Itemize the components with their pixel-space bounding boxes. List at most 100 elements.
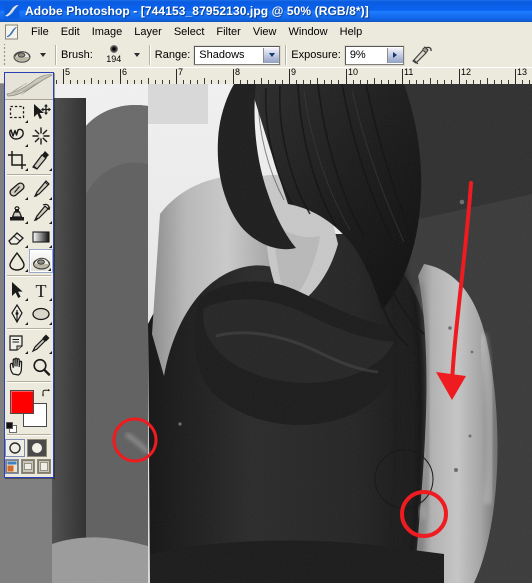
flyout-triangle-icon [25, 120, 28, 123]
exposure-label: Exposure: [291, 49, 341, 61]
toolbox-header[interactable] [5, 73, 53, 100]
menu-view[interactable]: View [247, 24, 283, 41]
tool-clone-stamp[interactable] [5, 201, 29, 225]
document-icon[interactable] [4, 24, 20, 40]
ruler-label: 11 [404, 68, 414, 77]
flyout-triangle-icon [25, 144, 28, 147]
red-circle-arm [400, 490, 448, 538]
ruler-label: 10 [348, 68, 359, 77]
tool-brush[interactable] [29, 177, 53, 201]
tool-magic-wand[interactable] [29, 124, 53, 148]
ruler-label: 5 [65, 68, 71, 77]
tool-zoom[interactable] [29, 355, 53, 379]
ruler-label: 7 [178, 68, 184, 77]
tool-history-brush[interactable] [29, 201, 53, 225]
spinner-arrow-icon[interactable] [386, 47, 403, 63]
tool-eraser[interactable] [5, 225, 29, 249]
toolbox-divider-5 [7, 434, 51, 435]
airbrush-icon[interactable] [410, 44, 434, 66]
tool-pen[interactable] [5, 302, 29, 326]
color-swatches [5, 386, 53, 433]
options-separator-1 [55, 45, 56, 65]
options-bar-grip[interactable] [2, 44, 8, 66]
ruler-label: 9 [291, 68, 297, 77]
ruler-label: 6 [122, 68, 128, 77]
flyout-triangle-icon [49, 221, 52, 224]
tool-burn[interactable] [29, 249, 53, 273]
menu-filter[interactable]: Filter [210, 24, 246, 41]
red-circle-shoulder [112, 417, 158, 463]
menu-bar: File Edit Image Layer Select Filter View… [0, 22, 532, 43]
tool-grid: T [5, 100, 53, 478]
flyout-triangle-icon [25, 168, 28, 171]
quick-mask-buttons [5, 439, 47, 457]
brush-preview[interactable]: 194 [99, 44, 129, 66]
tool-blur[interactable] [5, 249, 29, 273]
swap-arrows-icon[interactable] [41, 386, 51, 397]
tool-eyedropper[interactable] [29, 331, 53, 355]
tool-path-selection[interactable] [5, 278, 29, 302]
full-screen-icon[interactable] [37, 459, 51, 474]
options-bar: Brush: 194 Range: Shadows Exposure: 9% [0, 42, 532, 69]
quick-mask-icon[interactable] [27, 439, 47, 457]
range-value: Shadows [199, 49, 245, 61]
ruler-label: 13 [517, 68, 528, 77]
chevron-down-icon[interactable] [263, 47, 280, 63]
jump-to-row [5, 477, 49, 478]
image-canvas[interactable] [52, 84, 532, 583]
default-colors-icon[interactable] [6, 420, 17, 433]
tool-marquee[interactable] [5, 100, 29, 124]
tool-slice[interactable] [29, 148, 53, 172]
title-bar: Adobe Photoshop - [744153_87952130.jpg @… [0, 0, 532, 22]
annotations-layer [112, 181, 473, 538]
flyout-triangle-icon [25, 351, 28, 354]
tool-move[interactable] [29, 100, 53, 124]
menu-image[interactable]: Image [86, 24, 129, 41]
menu-window[interactable]: Window [283, 24, 334, 41]
photoshop-app-icon [4, 3, 20, 19]
menu-layer[interactable]: Layer [128, 24, 168, 41]
flyout-triangle-icon [49, 351, 52, 354]
range-label: Range: [154, 49, 191, 61]
tool-notes[interactable] [5, 331, 29, 355]
flyout-triangle-icon [49, 322, 52, 325]
ruler-label: 8 [235, 68, 241, 77]
tool-preset-chevron-down-icon[interactable] [40, 53, 46, 57]
tool-crop[interactable] [5, 148, 29, 172]
tool-type[interactable]: T [29, 278, 53, 302]
tool-lasso[interactable] [5, 124, 29, 148]
horizontal-ruler[interactable]: 5 6 7 8 9 10 11 12 13 [52, 68, 532, 85]
toolbox-divider-4 [7, 381, 51, 382]
exposure-value: 9% [349, 49, 366, 61]
standard-mode-icon[interactable] [5, 439, 25, 457]
photoshop-window: Adobe Photoshop - [744153_87952130.jpg @… [0, 0, 532, 583]
foreground-color-swatch[interactable] [10, 390, 34, 414]
options-separator-3 [285, 45, 287, 65]
menu-help[interactable]: Help [334, 24, 369, 41]
flyout-triangle-icon [25, 269, 28, 272]
tool-hand[interactable] [5, 355, 29, 379]
menu-edit[interactable]: Edit [55, 24, 86, 41]
menu-select[interactable]: Select [168, 24, 211, 41]
brush-tip-icon [109, 45, 118, 53]
toolbox-divider-3 [7, 328, 51, 329]
flyout-triangle-icon [25, 221, 28, 224]
tool-healing-brush[interactable] [5, 177, 29, 201]
ruler-label: 12 [461, 68, 472, 77]
flyout-triangle-icon [49, 298, 52, 301]
standard-screen-icon[interactable] [5, 459, 19, 474]
svg-text:T: T [36, 281, 47, 301]
flyout-triangle-icon [48, 268, 51, 271]
burn-tool-icon[interactable] [11, 44, 35, 66]
brush-picker-chevron-down-icon[interactable] [133, 53, 140, 57]
flyout-triangle-icon [25, 298, 28, 301]
toolbox-palette: T [4, 72, 54, 478]
range-select[interactable]: Shadows [194, 45, 281, 65]
menu-file[interactable]: File [25, 24, 55, 41]
flyout-triangle-icon [25, 322, 28, 325]
exposure-input[interactable]: 9% [344, 45, 404, 65]
flyout-triangle-icon [49, 168, 52, 171]
tool-gradient[interactable] [29, 225, 53, 249]
tool-shape[interactable] [29, 302, 53, 326]
full-screen-menu-icon[interactable] [21, 459, 35, 474]
